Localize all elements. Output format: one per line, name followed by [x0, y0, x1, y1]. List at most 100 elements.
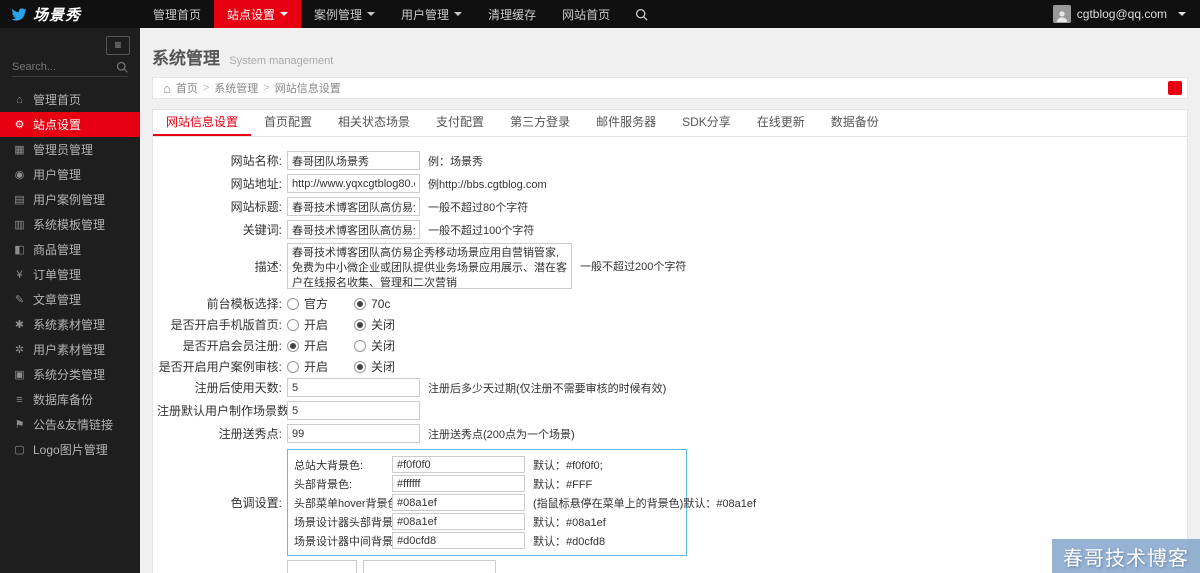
sidebar-item-label: 数据库备份 — [33, 391, 93, 408]
radio-icon[interactable] — [354, 340, 366, 352]
breadcrumb-item[interactable]: 网站信息设置 — [275, 80, 341, 96]
member-register-option[interactable]: 开启 — [287, 337, 328, 354]
sidebar-item[interactable]: ⚙站点设置 — [0, 112, 140, 137]
templates-icon: ▥ — [13, 218, 26, 231]
top-nav-item[interactable]: 管理首页 — [140, 0, 214, 28]
tab-item[interactable]: 首页配置 — [251, 110, 325, 136]
partial-input[interactable] — [363, 560, 496, 573]
color-input-3[interactable] — [392, 513, 525, 530]
sidebar-item[interactable]: ⌂ 管理首页 — [0, 87, 140, 112]
sidebar-collapse-button[interactable]: ≡ — [106, 36, 130, 55]
radio-icon[interactable] — [287, 361, 299, 373]
top-nav-item[interactable]: 案例管理 — [301, 0, 388, 28]
sidebar-item[interactable]: ▢Logo图片管理 — [0, 437, 140, 462]
case-audit-option[interactable]: 开启 — [287, 358, 328, 375]
site-name-input[interactable] — [287, 151, 420, 170]
sidebar-item[interactable]: ▥系统模板管理 — [0, 212, 140, 237]
announcement-icon: ⚑ — [13, 418, 26, 431]
sidebar-item-label: 用户素材管理 — [33, 341, 105, 358]
categories-icon: ▣ — [13, 368, 26, 381]
field-hint: 注册后多少天过期(仅注册不需要审核的时候有效) — [428, 380, 666, 396]
sidebar-item[interactable]: ✲用户素材管理 — [0, 337, 140, 362]
radio-icon[interactable] — [354, 298, 366, 310]
tab-item[interactable]: 第三方登录 — [497, 110, 583, 136]
form-row-description: 描述:一般不超过200个字符 — [157, 243, 1187, 289]
keywords-input[interactable] — [287, 220, 420, 239]
color-setting-row: 场景设计器中间背景色:默认：#d0cfd8 — [294, 532, 680, 549]
top-nav-item[interactable]: 站点设置 — [214, 0, 301, 28]
register-scenes-input[interactable] — [287, 401, 420, 420]
sidebar-item[interactable]: ▤用户案例管理 — [0, 187, 140, 212]
field-label: 是否开启用户案例审核: — [157, 358, 287, 375]
color-input-1[interactable] — [392, 475, 525, 492]
description-textarea[interactable] — [287, 243, 572, 289]
top-nav-item[interactable]: 用户管理 — [388, 0, 475, 28]
top-nav-item[interactable]: 网站首页 — [549, 0, 623, 28]
sidebar-item[interactable]: ¥订单管理 — [0, 262, 140, 287]
chevron-down-icon — [280, 12, 288, 16]
radio-icon[interactable] — [287, 340, 299, 352]
field-label: 关键词: — [157, 221, 287, 238]
mobile-home-option[interactable]: 关闭 — [354, 316, 395, 333]
front-template-option[interactable]: 官方 — [287, 295, 328, 312]
top-nav-label: 管理首页 — [153, 6, 201, 23]
color-field-hint: 默认：#f0f0f0; — [533, 457, 603, 473]
sidebar-item-label: 管理首页 — [33, 91, 81, 108]
front-template-option[interactable]: 70c — [354, 297, 390, 311]
radio-icon[interactable] — [354, 319, 366, 331]
sidebar-item[interactable]: ✎文章管理 — [0, 287, 140, 312]
register-days-input[interactable] — [287, 378, 420, 397]
form-row-color-settings: 色调设置:总站大背景色:默认：#f0f0f0;头部背景色:默认：#FFF头部菜单… — [157, 449, 1187, 556]
color-input-2[interactable] — [392, 494, 525, 511]
field-hint: 例http://bbs.cgtblog.com — [428, 176, 547, 192]
app-logo[interactable]: 场景秀 — [0, 0, 140, 28]
top-nav-item[interactable]: 清理缓存 — [475, 0, 549, 28]
color-setting-row: 头部菜单hover背景色:(指鼠标悬停在菜单上的背景色)默认：#08a1ef — [294, 494, 680, 511]
home-icon: ⌂ — [13, 94, 26, 106]
field-label: 注册默认用户制作场景数: — [157, 402, 287, 419]
tab-item[interactable]: 支付配置 — [423, 110, 497, 136]
page-title: 系统管理 — [152, 49, 220, 68]
field-hint: 一般不超过200个字符 — [580, 258, 686, 274]
register-points-input[interactable] — [287, 424, 420, 443]
tab-item[interactable]: 邮件服务器 — [583, 110, 669, 136]
sidebar-search-input[interactable] — [12, 61, 116, 73]
sidebar-item[interactable]: ◉用户管理 — [0, 162, 140, 187]
sidebar-item[interactable]: ✱系统素材管理 — [0, 312, 140, 337]
breadcrumb-toggle-button[interactable] — [1168, 81, 1182, 95]
sidebar-item-label: 用户案例管理 — [33, 191, 105, 208]
case-audit-option[interactable]: 关闭 — [354, 358, 395, 375]
sidebar-item[interactable]: ⚑公告&友情链接 — [0, 412, 140, 437]
radio-icon[interactable] — [287, 298, 299, 310]
color-input-4[interactable] — [392, 532, 525, 549]
tab-item[interactable]: 数据备份 — [818, 110, 892, 136]
chevron-down-icon — [367, 12, 375, 16]
top-search-button[interactable] — [623, 0, 660, 28]
search-icon — [116, 61, 128, 73]
tab-item[interactable]: 相关状态场景 — [325, 110, 423, 136]
sidebar-item[interactable]: ▦管理员管理 — [0, 137, 140, 162]
user-menu[interactable]: cgtblog@qq.com — [1053, 0, 1200, 28]
member-register-option[interactable]: 关闭 — [354, 337, 395, 354]
field-label: 网站地址: — [157, 175, 287, 192]
radio-option-label: 关闭 — [371, 337, 395, 354]
tab-active[interactable]: 网站信息设置 — [153, 110, 251, 136]
tab-item[interactable]: SDK分享 — [669, 110, 744, 136]
tab-item[interactable]: 在线更新 — [744, 110, 818, 136]
sidebar-item[interactable]: ▣系统分类管理 — [0, 362, 140, 387]
color-field-label: 头部背景色: — [294, 476, 392, 492]
breadcrumb-list: 首页>系统管理>网站信息设置 — [176, 80, 341, 96]
site-title-input[interactable] — [287, 197, 420, 216]
gear-icon: ⚙ — [13, 118, 26, 131]
site-url-input[interactable] — [287, 174, 420, 193]
top-nav-label: 用户管理 — [401, 6, 449, 23]
breadcrumb-item[interactable]: 系统管理 — [214, 80, 258, 96]
sidebar-item[interactable]: ◧商品管理 — [0, 237, 140, 262]
radio-icon[interactable] — [354, 361, 366, 373]
breadcrumb-item[interactable]: 首页 — [176, 80, 198, 96]
color-input-0[interactable] — [392, 456, 525, 473]
partial-input[interactable] — [287, 560, 357, 573]
mobile-home-option[interactable]: 开启 — [287, 316, 328, 333]
radio-icon[interactable] — [287, 319, 299, 331]
sidebar-item[interactable]: ≡数据库备份 — [0, 387, 140, 412]
